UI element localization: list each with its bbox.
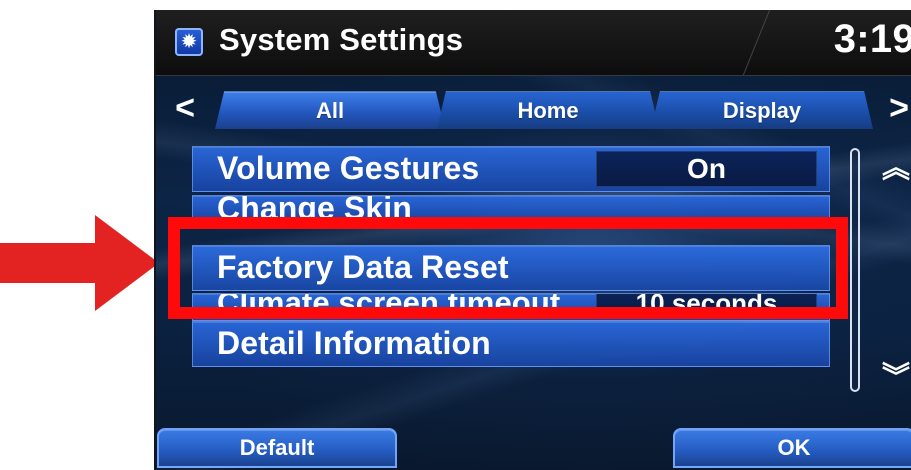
tab-right-arrow-icon[interactable]: > [887, 91, 911, 125]
setting-value-volume-gestures: On [596, 151, 817, 187]
tab-display[interactable]: Display [651, 91, 873, 129]
clock-time: 3:19 [833, 17, 911, 61]
tab-all[interactable]: All [215, 91, 445, 129]
setting-label-factory-data-reset: Factory Data Reset [217, 249, 509, 285]
setting-row-factory-data-reset[interactable]: Factory Data Reset [192, 245, 830, 291]
red-arrow-graphic [0, 215, 159, 311]
tab-home[interactable]: Home [437, 91, 659, 129]
ok-button[interactable]: OK [673, 428, 911, 468]
settings-icon: ✹ [175, 28, 203, 56]
screenshot-canvas: ✹ System Settings 3:19 < All Home Displa… [0, 0, 911, 470]
vertical-scrollbar[interactable] [850, 148, 860, 392]
setting-row-change-skin[interactable]: Change Skin [192, 195, 830, 224]
setting-label-climate-screen-timeout: Climate screen timeout [217, 293, 561, 320]
ok-button-label: OK [777, 435, 811, 460]
setting-row-climate-screen-timeout[interactable]: Climate screen timeout 10 seconds [192, 293, 830, 321]
page-title: System Settings [219, 22, 464, 57]
system-settings-screen: ✹ System Settings 3:19 < All Home Displa… [154, 10, 911, 470]
tab-left-arrow-icon[interactable]: < [173, 91, 197, 125]
settings-list: Volume Gestures On Change Skin Factory D… [192, 139, 836, 404]
tab-all-label: All [315, 97, 345, 123]
setting-label-volume-gestures: Volume Gestures [217, 150, 480, 186]
setting-row-volume-gestures[interactable]: Volume Gestures On [192, 146, 830, 192]
tab-home-label: Home [517, 97, 579, 123]
setting-value-climate-screen-timeout: 10 seconds [596, 294, 817, 318]
title-bar: ✹ System Settings 3:19 [156, 10, 911, 76]
setting-label-change-skin: Change Skin [217, 195, 412, 224]
default-button-label: Default [239, 435, 315, 460]
tab-display-label: Display [722, 97, 802, 123]
double-chevron-up-icon[interactable]: ︽ [882, 154, 910, 182]
double-chevron-down-icon[interactable]: ︾ [882, 363, 910, 391]
setting-row-detail-information[interactable]: Detail Information [192, 321, 830, 367]
tab-strip: < All Home Display > [156, 84, 911, 134]
red-arrow-icon [0, 215, 159, 311]
setting-label-detail-information: Detail Information [217, 325, 491, 361]
default-button[interactable]: Default [157, 428, 397, 468]
footer-actions: Default OK [156, 419, 911, 470]
